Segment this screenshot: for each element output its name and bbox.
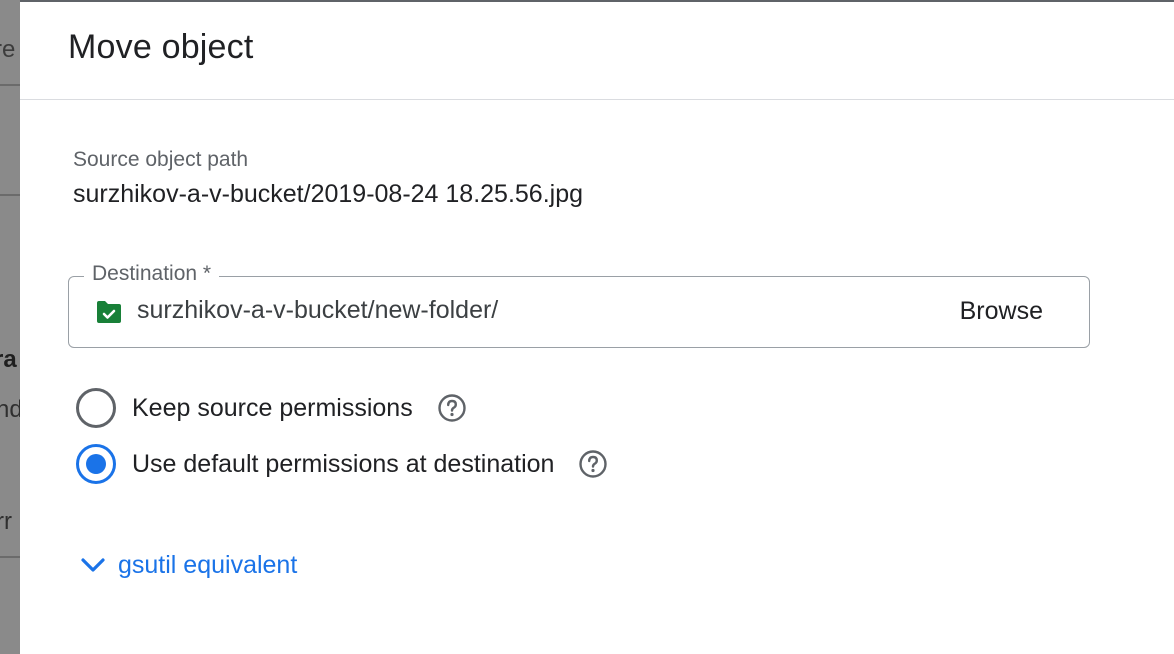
background-page: re ra nd rr [0,0,20,654]
folder-check-icon [97,301,121,323]
help-icon[interactable] [437,393,467,423]
move-object-dialog: Move object Source object path surzhikov… [20,2,1174,654]
background-divider [0,556,20,558]
source-path-label: Source object path [73,148,249,171]
radio-button-unchecked[interactable] [76,388,116,428]
gsutil-equivalent-toggle[interactable]: gsutil equivalent [78,550,297,580]
dialog-header: Move object [20,2,1174,100]
background-divider [0,194,20,196]
radio-use-default-permissions[interactable]: Use default permissions at destination [76,442,608,486]
source-path-value: surzhikov-a-v-bucket/2019-08-24 18.25.56… [73,180,584,208]
background-text-fragment: re [0,36,16,63]
radio-label: Use default permissions at destination [132,449,555,478]
dialog-title: Move object [68,28,254,66]
destination-field[interactable]: surzhikov-a-v-bucket/new-folder/ Browse [68,276,1090,348]
background-text-fragment: rr [0,508,12,535]
background-text-fragment: ra [0,346,17,373]
browse-button[interactable]: Browse [954,291,1049,331]
radio-label: Keep source permissions [132,393,413,422]
destination-label: Destination * [84,262,220,286]
radio-keep-source-permissions[interactable]: Keep source permissions [76,386,467,430]
gsutil-equivalent-label[interactable]: gsutil equivalent [118,551,297,580]
radio-button-checked[interactable] [76,444,116,484]
help-icon[interactable] [578,449,608,479]
chevron-down-icon [81,558,105,572]
destination-value[interactable]: surzhikov-a-v-bucket/new-folder/ [137,296,498,325]
background-divider [0,84,20,86]
background-text-fragment: nd [0,396,20,423]
